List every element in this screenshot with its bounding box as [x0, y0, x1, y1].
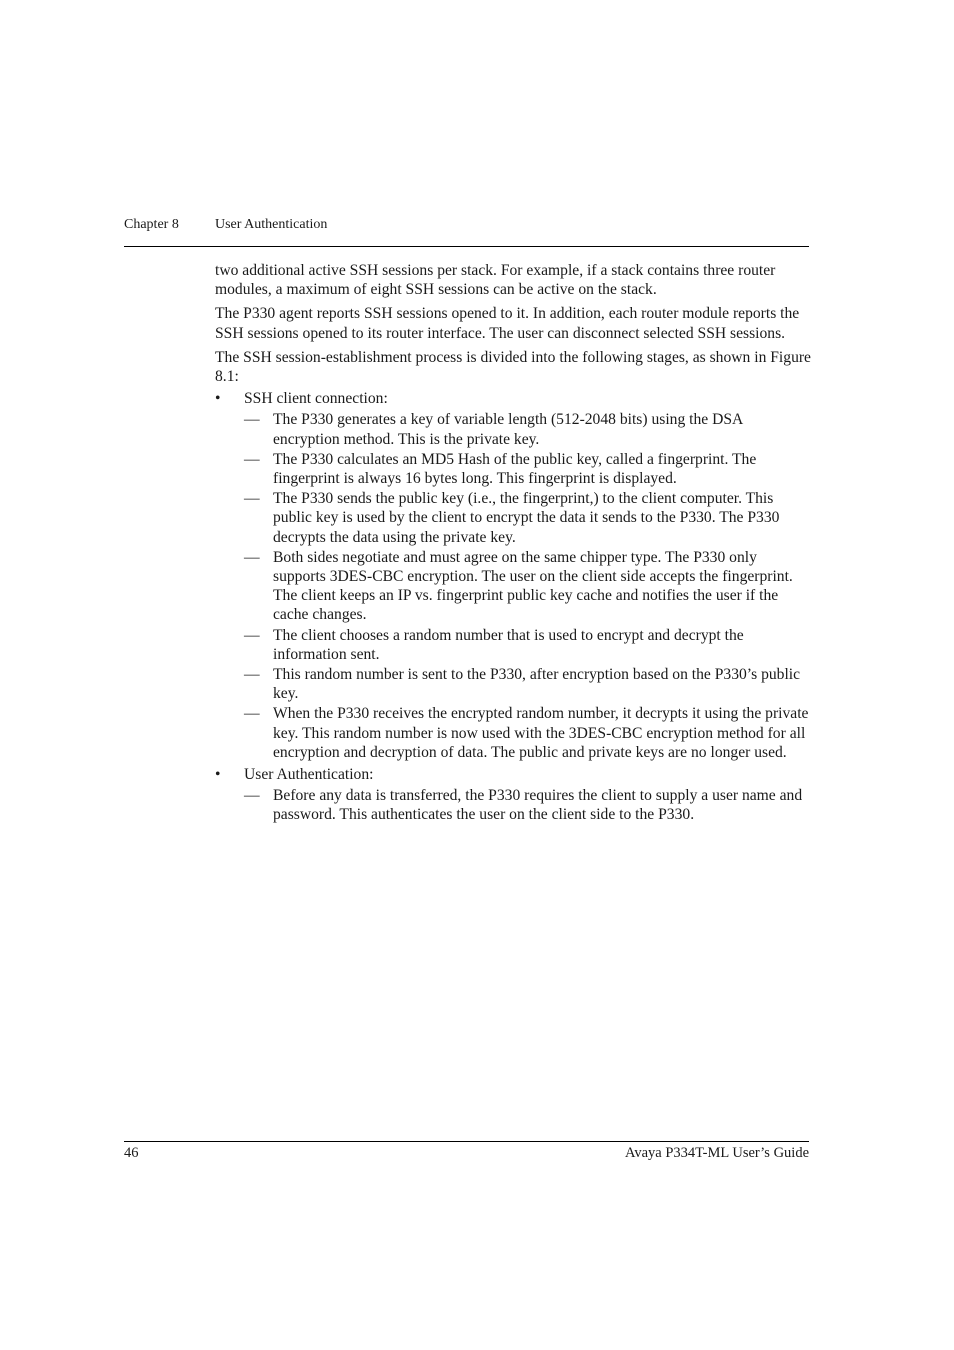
paragraph: two additional active SSH sessions per s… [215, 262, 776, 299]
chapter-label: Chapter 8 [124, 217, 179, 232]
stage-label: User Authentication: [244, 766, 374, 784]
dash-icon: — [244, 787, 260, 805]
list-item-step: — The P330 generates a key of variable le… [215, 410, 811, 448]
list-item-step: — Both sides negotiate and must agree on … [215, 548, 811, 625]
step-text: The P330 generates a key of variable len… [273, 411, 743, 448]
step-text: The P330 calculates an MD5 Hash of the p… [273, 450, 757, 488]
footer-divider [124, 1141, 809, 1142]
paragraph: The SSH session-establishment process is… [215, 348, 811, 386]
step-text: The client chooses a random number that … [273, 626, 744, 663]
dash-icon: — [244, 411, 260, 429]
list-item-step: — The P330 sends the public key (i.e., th… [215, 489, 811, 547]
page-body: two additional active SSH sessions per s… [215, 261, 811, 826]
dash-icon: — [244, 450, 260, 468]
step-text: The P330 sends the public key (i.e., the… [273, 490, 780, 546]
paragraph: The P330 agent reports SSH sessions open… [215, 305, 800, 342]
list-item-step: — When the P330 receives the encrypted ra… [215, 704, 811, 762]
list-item-step: — The P330 calculates an MD5 Hash of the … [215, 450, 811, 488]
step-text: Before any data is transferred, the P330… [273, 787, 803, 824]
list-item-step: — This random number is sent to the P330,… [215, 665, 811, 703]
step-text: This random number is sent to the P330, … [273, 666, 801, 703]
list-item-stage: • SSH client connection: [215, 389, 811, 408]
step-text: Both sides negotiate and must agree on t… [273, 548, 793, 624]
bullet-icon: • [215, 766, 221, 784]
chapter-title: User Authentication [215, 217, 328, 232]
dash-icon: — [244, 490, 260, 508]
bullet-icon: • [215, 390, 221, 408]
step-text: When the P330 receives the encrypted ran… [273, 705, 809, 761]
list-item-stage: • User Authentication: [215, 765, 811, 784]
dash-icon: — [244, 548, 260, 566]
list-item-step: — The client chooses a random number that… [215, 626, 811, 664]
stage-label: SSH client connection: [244, 390, 388, 408]
page-number: 46 [124, 1145, 139, 1161]
guide-title: Avaya P334T-ML User’s Guide [624, 1145, 809, 1161]
dash-icon: — [244, 705, 260, 723]
header-divider [124, 246, 809, 247]
dash-icon: — [244, 626, 260, 644]
dash-icon: — [244, 666, 260, 684]
list-item-step: — Before any data is transferred, the P33… [215, 786, 811, 824]
